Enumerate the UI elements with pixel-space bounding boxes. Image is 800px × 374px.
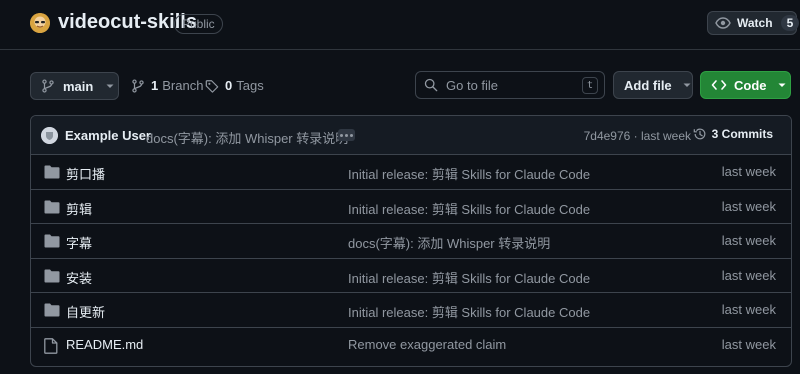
file-row[interactable]: 剪辑 Initial release: 剪辑 Skills for Claude… (31, 190, 791, 224)
git-branch-icon (131, 78, 145, 93)
tag-icon (205, 79, 219, 93)
eye-icon (715, 15, 731, 31)
file-row[interactable]: 自更新 Initial release: 剪辑 Skills for Claud… (31, 293, 791, 328)
tags-count: 0 (225, 78, 233, 93)
latest-commit-bar: Example User docs(字幕): 添加 Whisper 转录说明 7… (31, 116, 791, 155)
commit-hash-time[interactable]: 7d4e976 · last week (584, 129, 691, 143)
folder-icon (44, 234, 60, 248)
ellipsis-icon (340, 133, 343, 137)
ellipsis-icon (345, 133, 348, 137)
commits-history-link[interactable]: 3 Commits (693, 127, 773, 141)
file-commit-message[interactable]: Initial release: 剪辑 Skills for Claude Co… (348, 302, 590, 321)
file-icon (44, 337, 58, 354)
file-commit-time: last week (721, 198, 776, 214)
file-name[interactable]: 剪辑 (66, 199, 92, 218)
file-commit-time: last week (721, 267, 776, 283)
code-icon (711, 78, 727, 92)
file-commit-time: last week (721, 336, 776, 352)
commit-message[interactable]: docs(字幕): 添加 Whisper 转录说明 (146, 128, 348, 147)
visibility-badge: Public (174, 14, 223, 34)
file-name[interactable]: README.md (66, 337, 143, 352)
chevron-down-icon (777, 80, 787, 90)
search-icon (424, 78, 438, 92)
commits-count-label: 3 Commits (711, 127, 773, 141)
file-commit-message[interactable]: Initial release: 剪辑 Skills for Claude Co… (348, 268, 590, 287)
history-icon (693, 127, 707, 141)
branches-link[interactable]: 1 Branch (131, 78, 203, 93)
expand-commit-button[interactable] (338, 129, 355, 141)
file-commit-time: last week (721, 233, 776, 248)
file-name[interactable]: 自更新 (66, 302, 105, 321)
chevron-down-icon (682, 80, 692, 90)
tags-label: Tags (236, 78, 264, 93)
chevron-down-icon (105, 81, 115, 91)
branches-count: 1 (151, 78, 159, 93)
file-name[interactable]: 字幕 (66, 233, 92, 252)
folder-icon (44, 303, 60, 317)
file-name[interactable]: 剪口播 (66, 164, 105, 183)
file-name[interactable]: 安装 (66, 268, 92, 287)
folder-icon (44, 269, 60, 283)
repo-header: videocut-skills Public Watch 5 (0, 0, 800, 50)
watch-count: 5 (780, 15, 800, 31)
file-commit-message[interactable]: Initial release: 剪辑 Skills for Claude Co… (348, 164, 590, 183)
file-row[interactable]: README.md Remove exaggerated claim last … (31, 328, 791, 363)
file-row[interactable]: 剪口播 Initial release: 剪辑 Skills for Claud… (31, 155, 791, 190)
branches-label: Branch (162, 78, 204, 93)
file-row[interactable]: 安装 Initial release: 剪辑 Skills for Claude… (31, 259, 791, 293)
go-to-file-search[interactable]: t (415, 71, 605, 99)
file-commit-time: last week (721, 164, 776, 179)
file-commit-message[interactable]: Remove exaggerated claim (348, 337, 506, 352)
tags-link[interactable]: 0 Tags (205, 78, 264, 93)
watch-button[interactable]: Watch 5 (707, 11, 800, 35)
branch-selector[interactable]: main (30, 72, 119, 100)
file-commit-message[interactable]: Initial release: 剪辑 Skills for Claude Co… (348, 199, 590, 218)
code-button[interactable]: Code (700, 71, 791, 99)
file-commit-time: last week (721, 302, 776, 317)
file-row[interactable]: 字幕 docs(字幕): 添加 Whisper 转录说明 last week (31, 224, 791, 259)
branch-name: main (63, 78, 94, 94)
ellipsis-icon (350, 133, 353, 137)
search-input[interactable] (446, 77, 576, 93)
folder-icon (44, 200, 60, 214)
file-commit-message[interactable]: docs(字幕): 添加 Whisper 转录说明 (348, 233, 550, 252)
avatar[interactable] (41, 127, 58, 144)
code-label: Code (734, 77, 767, 93)
owner-avatar[interactable] (30, 13, 50, 33)
add-file-button[interactable]: Add file (613, 71, 693, 99)
keyboard-shortcut-hint: t (582, 77, 598, 94)
git-branch-icon (41, 79, 55, 93)
watch-label: Watch (737, 16, 773, 30)
folder-icon (44, 165, 60, 179)
add-file-label: Add file (624, 77, 672, 93)
commit-author[interactable]: Example User (65, 128, 151, 143)
file-browser: Example User docs(字幕): 添加 Whisper 转录说明 7… (30, 115, 792, 367)
